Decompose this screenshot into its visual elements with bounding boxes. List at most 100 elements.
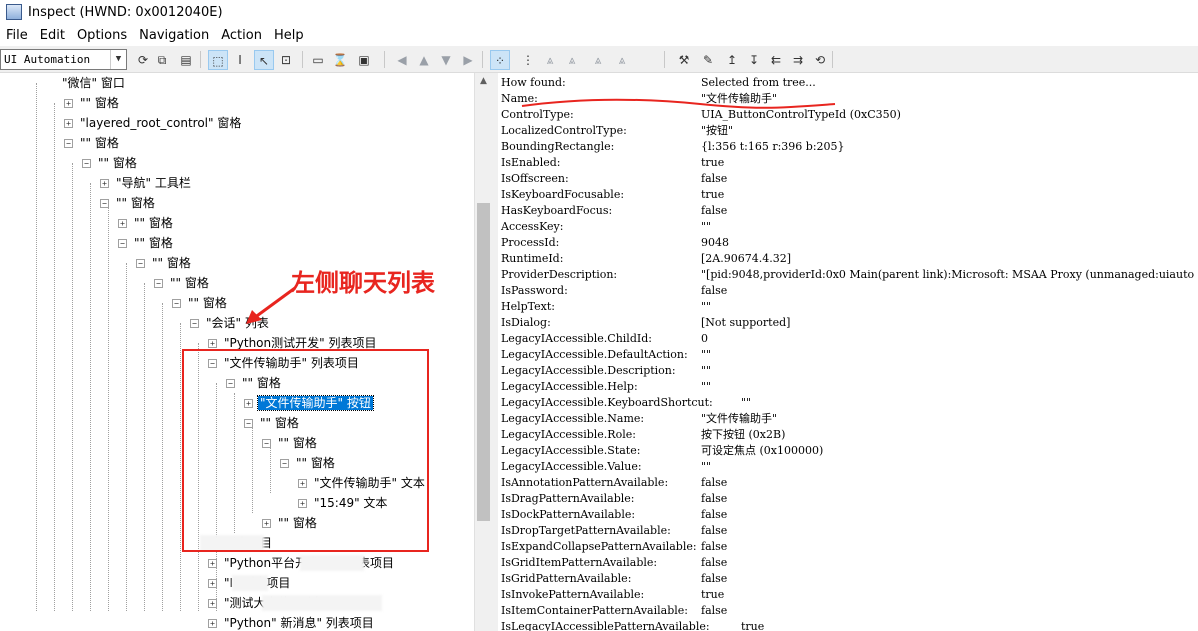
property-name: LocalizedControlType: (501, 124, 627, 137)
invoke-icon[interactable]: ⚒ (674, 50, 694, 70)
tree-node-label: "Python测试开发" 列表项目 (224, 336, 377, 350)
scroll-up-icon[interactable]: ▲ (475, 73, 491, 90)
property-row: LegacyIAccessible.Value: "" (501, 459, 1198, 475)
watch-focus-icon[interactable]: ⟳ (133, 50, 153, 70)
nav-back-icon[interactable]: ◀ (392, 50, 412, 70)
menu-edit[interactable]: Edit (34, 28, 71, 43)
collapse-icon[interactable]: − (136, 259, 145, 268)
watch-caret-icon[interactable]: I (230, 50, 250, 70)
expand-icon[interactable]: + (208, 339, 217, 348)
property-value: [2A.90674.4.32] (701, 252, 792, 265)
collapse-icon[interactable]: − (154, 279, 163, 288)
refresh-icon[interactable]: ⟲ (810, 50, 830, 70)
property-value: "文件传输助手" (701, 412, 778, 425)
property-value: false (701, 492, 728, 505)
mode-select-value: UI Automation (4, 53, 91, 66)
expand-icon[interactable]: + (100, 179, 109, 188)
watch-cursor-icon[interactable]: ↖ (254, 50, 274, 70)
expand-icon[interactable]: + (208, 619, 217, 628)
show-rectangle-icon[interactable]: ▭ (308, 50, 328, 70)
menu-navigation[interactable]: Navigation (133, 28, 215, 43)
tree-node-label: "" 窗格 (170, 276, 209, 290)
property-row: RuntimeId: [2A.90674.4.32] (501, 251, 1198, 267)
tree-last-child-icon[interactable]: ⩓ (588, 50, 608, 70)
nav-next-icon[interactable]: ▶ (458, 50, 478, 70)
tree-node[interactable]: − "" 窗格 (64, 133, 121, 153)
collapse-icon[interactable]: − (190, 319, 199, 328)
tree-node[interactable]: − "" 窗格 (118, 233, 175, 253)
property-row: LegacyIAccessible.State: 可设定焦点 (0x100000) (501, 443, 1198, 459)
tree-node[interactable]: + "Python" 新消息" 列表项目 (208, 613, 376, 631)
property-row: IsDropTargetPatternAvailable: false (501, 523, 1198, 539)
property-row: IsDragPatternAvailable: false (501, 491, 1198, 507)
move-left-icon[interactable]: ⇇ (766, 50, 786, 70)
pane-splitter[interactable] (491, 73, 498, 631)
nav-parent-icon[interactable]: ▲ (414, 50, 434, 70)
tree-prev-sibling-icon[interactable]: ⩓ (540, 50, 560, 70)
tree-node[interactable]: − "" 窗格 (154, 273, 211, 293)
collapse-icon[interactable]: − (172, 299, 181, 308)
property-row: IsAnnotationPatternAvailable: false (501, 475, 1198, 491)
expand-icon[interactable]: + (64, 99, 73, 108)
tree-node[interactable]: "微信" 窗口 (46, 73, 127, 93)
property-name: ProcessId: (501, 236, 560, 249)
properties-icon[interactable]: ▤ (176, 50, 196, 70)
menu-help[interactable]: Help (268, 28, 310, 43)
annotation-arrow-icon (246, 286, 296, 324)
tree-view-icon[interactable]: ⁘ (490, 50, 510, 70)
tree-node-label: "layered_root_control" 窗格 (80, 116, 242, 130)
scroll-thumb[interactable] (477, 203, 490, 521)
property-name: IsLegacyIAccessiblePatternAvailable: (501, 620, 710, 631)
properties-pane[interactable]: How found: Selected from tree... Name: "文件传… (498, 73, 1198, 631)
property-name: AccessKey: (501, 220, 564, 233)
property-value: true (701, 156, 725, 169)
copy-icon[interactable]: ⧉ (152, 50, 172, 70)
tree-node[interactable]: + "导航" 工具栏 (100, 173, 193, 193)
expand-icon[interactable]: + (118, 219, 127, 228)
show-highlight-icon[interactable]: ⬚ (208, 50, 228, 70)
redacted-text (300, 555, 364, 571)
property-row: AccessKey: "" (501, 219, 1198, 235)
tree-node-label: "" 窗格 (188, 296, 227, 310)
tree-node[interactable]: + "layered_root_control" 窗格 (64, 113, 243, 133)
property-row: ProcessId: 9048 (501, 235, 1198, 251)
hourglass-icon[interactable]: ⌛ (330, 50, 350, 70)
tree-node-label: "微信" 窗口 (62, 76, 125, 90)
expand-icon[interactable]: + (64, 119, 73, 128)
property-value: false (701, 524, 728, 537)
chevron-down-icon[interactable]: ▼ (110, 50, 126, 69)
highlight-icon[interactable]: ✎ (698, 50, 718, 70)
move-up-icon[interactable]: ↥ (722, 50, 742, 70)
mode-select[interactable]: UI Automation ▼ (0, 49, 127, 70)
tree-node[interactable]: + "" 窗格 (118, 213, 175, 233)
menu-file[interactable]: File (0, 28, 34, 43)
property-row: LegacyIAccessible.Description: "" (501, 363, 1198, 379)
move-down-icon[interactable]: ↧ (744, 50, 764, 70)
tree-parent-icon[interactable]: ⩓ (612, 50, 632, 70)
tree-next-sibling-icon[interactable]: ⩓ (562, 50, 582, 70)
collapse-icon[interactable]: − (64, 139, 73, 148)
show-text-icon[interactable]: ▣ (354, 50, 374, 70)
collapse-icon[interactable]: − (82, 159, 91, 168)
tree-first-child-icon[interactable]: ⋮ (518, 50, 538, 70)
collapse-icon[interactable]: − (118, 239, 127, 248)
nav-child-icon[interactable]: ▼ (436, 50, 456, 70)
tree-scrollbar[interactable]: ▲ (474, 73, 491, 631)
property-row: IsLegacyIAccessiblePatternAvailable: true (501, 619, 1198, 631)
watch-tooltip-icon[interactable]: ⊡ (276, 50, 296, 70)
tree-node[interactable]: − "" 窗格 (172, 293, 229, 313)
move-right-icon[interactable]: ⇉ (788, 50, 808, 70)
tree-node[interactable]: − "" 窗格 (82, 153, 139, 173)
menu-action[interactable]: Action (215, 28, 268, 43)
property-value: false (701, 604, 728, 617)
property-value: [Not supported] (701, 316, 791, 329)
tree-node[interactable]: − "" 窗格 (136, 253, 193, 273)
property-name: IsExpandCollapsePatternAvailable: (501, 540, 697, 553)
property-value: false (701, 556, 728, 569)
property-name: How found: (501, 76, 566, 89)
tree-node[interactable]: + "" 窗格 (64, 93, 121, 113)
redacted-text (232, 575, 268, 591)
property-value: false (701, 476, 728, 489)
menu-options[interactable]: Options (71, 28, 133, 43)
property-row: HelpText: "" (501, 299, 1198, 315)
